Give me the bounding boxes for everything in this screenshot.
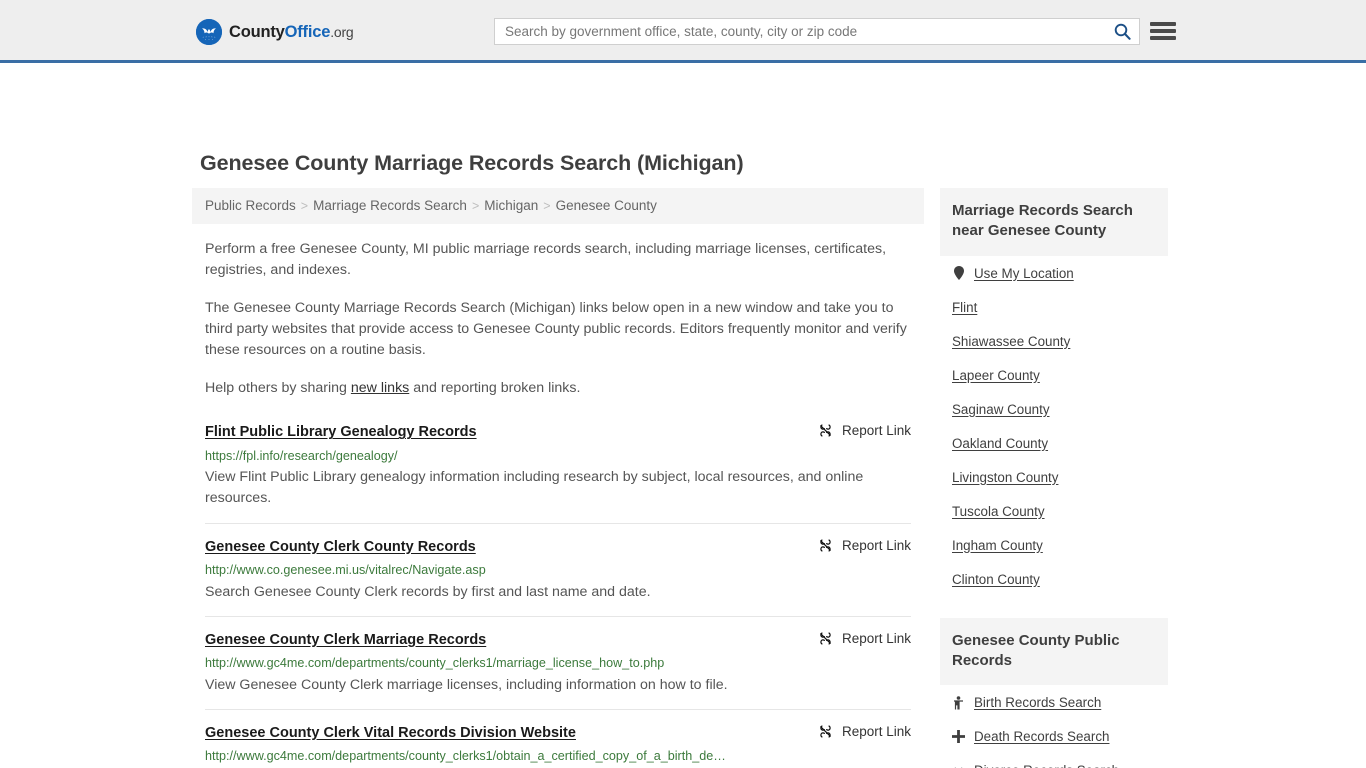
- map-pin-icon: [952, 266, 965, 280]
- hamburger-menu-icon[interactable]: [1150, 20, 1176, 42]
- sidebar-link[interactable]: Death Records Search: [974, 729, 1109, 744]
- sidebar-item-tuscola-county[interactable]: Tuscola County: [952, 494, 1156, 528]
- search-input[interactable]: [495, 19, 1105, 44]
- broken-link-icon: [820, 539, 831, 552]
- sidebar-item-divorce-records-search[interactable]: Divorce Records Search: [952, 753, 1156, 768]
- site-logo-text: CountyOffice.org: [229, 23, 354, 42]
- search-icon: [1114, 23, 1131, 40]
- eagle-shield-logo-icon: [196, 19, 222, 45]
- report-link-label: Report Link: [841, 423, 911, 439]
- broken-link-icon: [820, 424, 831, 437]
- result-url[interactable]: http://www.co.genesee.mi.us/vitalrec/Nav…: [205, 562, 911, 578]
- breadcrumb-separator: >: [471, 199, 480, 213]
- sidebar-item-oakland-county[interactable]: Oakland County: [952, 426, 1156, 460]
- sidebar-item-lapeer-county[interactable]: Lapeer County: [952, 358, 1156, 392]
- sidebar-item-use-my-location[interactable]: Use My Location: [952, 256, 1156, 290]
- results-list: Flint Public Library Genealogy Records R…: [192, 418, 924, 768]
- hamburger-bar: [1150, 29, 1176, 33]
- sidebar-public-records-list: Birth Records Search Death Records Searc…: [940, 685, 1168, 768]
- logo-text-office: Office: [284, 22, 331, 41]
- sidebar-link[interactable]: Lapeer County: [952, 368, 1040, 383]
- sidebar-item-shiawassee-county[interactable]: Shiawassee County: [952, 324, 1156, 358]
- breadcrumb-separator: >: [543, 199, 551, 213]
- broken-link-icon: [820, 725, 831, 738]
- result-item: Genesee County Clerk Vital Records Divis…: [205, 708, 911, 768]
- logo-text-county: County: [229, 22, 285, 41]
- result-title-link[interactable]: Genesee County Clerk County Records: [205, 539, 476, 556]
- result-title-link[interactable]: Genesee County Clerk Marriage Records: [205, 632, 486, 649]
- sidebar-heading-nearby: Marriage Records Search near Genesee Cou…: [940, 188, 1168, 256]
- breadcrumb: Public Records > Marriage Records Search > M…: [192, 188, 924, 225]
- sidebar-block-public-records: Genesee County Public Records Birth Reco…: [940, 617, 1168, 768]
- result-description: View Genesee County Clerk marriage licen…: [205, 676, 728, 693]
- breadcrumb-item-marriage-records-search[interactable]: Marriage Records Search: [313, 198, 467, 213]
- breadcrumb-item-public-records[interactable]: Public Records: [205, 198, 296, 213]
- breadcrumb-item-genesee-county[interactable]: Genesee County: [556, 198, 657, 213]
- sidebar-link[interactable]: Tuscola County: [952, 504, 1045, 519]
- hamburger-bar: [1150, 36, 1176, 40]
- intro-paragraph-2: The Genesee County Marriage Records Sear…: [205, 299, 907, 358]
- sidebar-link[interactable]: Saginaw County: [952, 402, 1050, 417]
- cross-icon: [952, 730, 965, 743]
- result-url[interactable]: http://www.gc4me.com/departments/county_…: [205, 655, 911, 671]
- result-title-link[interactable]: Genesee County Clerk Vital Records Divis…: [205, 725, 576, 742]
- sidebar-heading-public-records: Genesee County Public Records: [940, 617, 1168, 685]
- breadcrumb-separator: >: [300, 199, 309, 213]
- sidebar-link[interactable]: Ingham County: [952, 538, 1043, 553]
- search-button[interactable]: [1105, 19, 1139, 44]
- site-header: CountyOffice.org: [0, 0, 1366, 63]
- page-title: Genesee County Marriage Records Search (…: [200, 151, 744, 175]
- result-url[interactable]: https://fpl.info/research/genealogy/: [205, 448, 911, 464]
- site-logo[interactable]: CountyOffice.org: [196, 19, 354, 45]
- result-item: Genesee County Clerk Marriage Records Re…: [205, 615, 911, 709]
- breadcrumb-item-michigan[interactable]: Michigan: [484, 198, 538, 213]
- main-content: Public Records > Marriage Records Search > M…: [192, 188, 924, 768]
- result-url[interactable]: http://www.gc4me.com/departments/county_…: [205, 748, 911, 764]
- report-link-button[interactable]: Report Link: [818, 423, 911, 438]
- logo-text-org: .org: [330, 23, 354, 40]
- result-item: Flint Public Library Genealogy Records R…: [205, 418, 911, 522]
- intro-p3-before: Help others by sharing: [205, 379, 351, 396]
- result-description: View Flint Public Library genealogy info…: [205, 469, 864, 507]
- baby-icon: [952, 695, 965, 710]
- sidebar-link[interactable]: Birth Records Search: [974, 695, 1101, 710]
- report-link-button[interactable]: Report Link: [818, 631, 911, 646]
- broken-link-icon: [820, 632, 831, 645]
- report-link-label: Report Link: [841, 537, 911, 553]
- sidebar-item-saginaw-county[interactable]: Saginaw County: [952, 392, 1156, 426]
- sidebar-link[interactable]: Clinton County: [952, 572, 1040, 587]
- result-description: Search Genesee County Clerk records by f…: [205, 583, 651, 600]
- report-link-label: Report Link: [841, 630, 911, 646]
- sidebar-link[interactable]: Oakland County: [952, 436, 1048, 451]
- sidebar-link[interactable]: Flint: [952, 300, 977, 315]
- sidebar-link[interactable]: Livingston County: [952, 470, 1058, 485]
- sidebar-link[interactable]: Shiawassee County: [952, 334, 1070, 349]
- report-link-button[interactable]: Report Link: [818, 538, 911, 553]
- intro-paragraph-3: Help others by sharing new links and rep…: [205, 378, 911, 399]
- intro-paragraph-1: Perform a free Genesee County, MI public…: [205, 241, 887, 279]
- intro-section: Perform a free Genesee County, MI public…: [192, 239, 924, 398]
- sidebar: Marriage Records Search near Genesee Cou…: [940, 188, 1168, 768]
- report-link-label: Report Link: [841, 723, 911, 739]
- sidebar-item-livingston-county[interactable]: Livingston County: [952, 460, 1156, 494]
- sidebar-block-nearby: Marriage Records Search near Genesee Cou…: [940, 188, 1168, 596]
- search-bar[interactable]: [494, 18, 1140, 45]
- sidebar-link[interactable]: Divorce Records Search: [974, 763, 1119, 768]
- sidebar-item-flint[interactable]: Flint: [952, 290, 1156, 324]
- sidebar-item-clinton-county[interactable]: Clinton County: [952, 562, 1156, 596]
- result-title-link[interactable]: Flint Public Library Genealogy Records: [205, 424, 477, 441]
- new-links-link[interactable]: new links: [351, 380, 409, 396]
- sidebar-item-ingham-county[interactable]: Ingham County: [952, 528, 1156, 562]
- result-item: Genesee County Clerk County Records Repo…: [205, 522, 911, 616]
- sidebar-item-birth-records-search[interactable]: Birth Records Search: [952, 685, 1156, 719]
- sidebar-nearby-list: Use My Location Flint Shiawassee County …: [940, 256, 1168, 596]
- intro-p3-after: and reporting broken links.: [409, 379, 581, 396]
- sidebar-link[interactable]: Use My Location: [974, 266, 1074, 281]
- sidebar-item-death-records-search[interactable]: Death Records Search: [952, 719, 1156, 753]
- hamburger-bar: [1150, 22, 1176, 26]
- report-link-button[interactable]: Report Link: [818, 724, 911, 739]
